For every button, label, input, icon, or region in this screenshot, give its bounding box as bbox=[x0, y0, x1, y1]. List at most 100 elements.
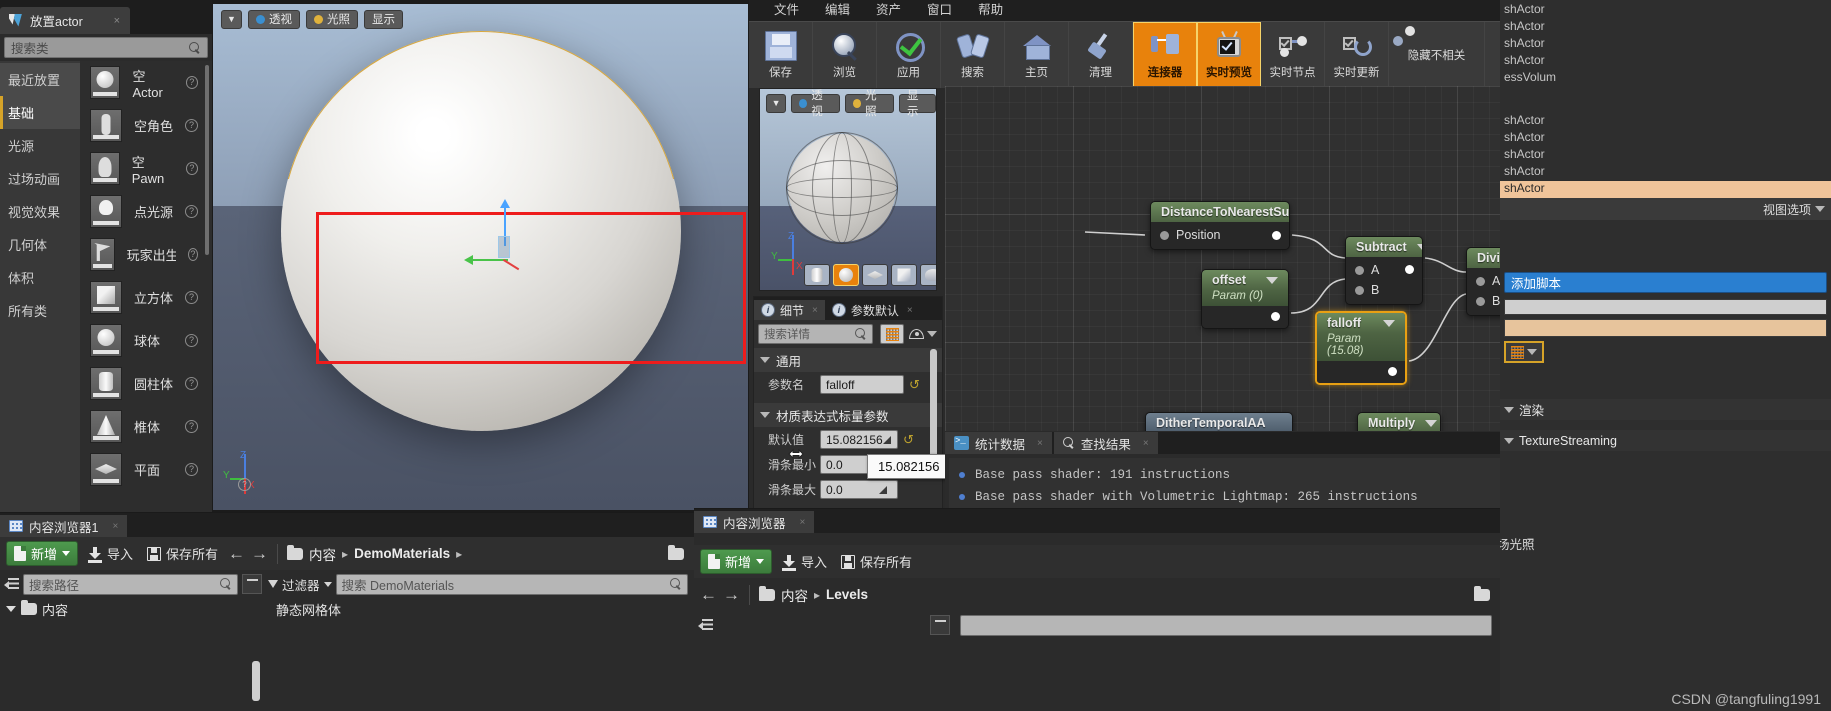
close-icon[interactable]: × bbox=[800, 517, 806, 528]
viewport-lighting-button[interactable]: 光照 bbox=[306, 9, 358, 29]
outliner-row[interactable]: shActor bbox=[1500, 164, 1831, 181]
list-item[interactable]: 玩家出生点 ? bbox=[80, 233, 212, 276]
close-icon[interactable]: × bbox=[114, 15, 120, 27]
level-viewport[interactable]: ▼ 透视 光照 显示 Z Y X ? bbox=[213, 4, 748, 510]
spinner-icon[interactable] bbox=[882, 435, 891, 444]
chevron-down-icon[interactable] bbox=[1383, 319, 1395, 327]
chevron-down-icon[interactable] bbox=[1425, 419, 1438, 427]
category-volumes[interactable]: 体积 bbox=[0, 261, 80, 294]
menu-edit[interactable]: 编辑 bbox=[812, 0, 863, 21]
input-pin[interactable] bbox=[1355, 285, 1364, 295]
preview-cylinder-button[interactable] bbox=[804, 264, 830, 286]
help-icon[interactable]: ? bbox=[187, 248, 198, 261]
transform-gizmo[interactable] bbox=[464, 199, 542, 280]
import-button[interactable]: 导入 bbox=[778, 552, 831, 571]
close-icon[interactable]: × bbox=[112, 521, 118, 532]
help-icon[interactable]: ? bbox=[185, 463, 198, 476]
menu-file[interactable]: 文件 bbox=[761, 0, 812, 21]
path-search-input[interactable]: 搜索路径 bbox=[23, 573, 238, 595]
toolbar-home-button[interactable]: 主页 bbox=[1005, 22, 1069, 88]
output-pin[interactable] bbox=[1272, 230, 1281, 240]
default-value-input[interactable]: 15.082156 bbox=[820, 430, 898, 449]
save-all-button[interactable]: 保存所有 bbox=[143, 544, 222, 563]
preview-plane-button[interactable] bbox=[862, 264, 888, 286]
path-view-toggle[interactable] bbox=[242, 574, 262, 594]
graph-node-subtract[interactable]: Subtract A B bbox=[1345, 236, 1423, 305]
close-icon[interactable]: × bbox=[1037, 438, 1043, 449]
close-icon[interactable]: × bbox=[1143, 438, 1149, 449]
menu-window[interactable]: 窗口 bbox=[914, 0, 965, 21]
breadcrumb-content[interactable]: 内容 bbox=[309, 544, 336, 564]
toolbar-hide-unrelated-button[interactable]: 隐藏不相关 bbox=[1389, 22, 1485, 88]
category-visual-effects[interactable]: 视觉效果 bbox=[0, 195, 80, 228]
list-item[interactable]: 椎体 ? bbox=[80, 405, 212, 448]
tab-details[interactable]: i 细节 × bbox=[754, 300, 825, 320]
list-item[interactable]: 空Pawn ? bbox=[80, 147, 212, 190]
parameter-name-input[interactable]: falloff bbox=[820, 375, 904, 394]
preview-lighting-button[interactable]: 光照 bbox=[845, 90, 894, 118]
path-view-toggle[interactable] bbox=[930, 615, 950, 635]
menu-asset[interactable]: 资产 bbox=[863, 0, 914, 21]
add-script-button[interactable]: 添加脚本 bbox=[1504, 272, 1827, 293]
node-pin-row[interactable]: A bbox=[1346, 260, 1422, 280]
preview-cube-button[interactable] bbox=[891, 264, 917, 286]
color-swatch-tan[interactable] bbox=[1504, 319, 1827, 337]
tab-find-results[interactable]: 查找结果 × bbox=[1053, 432, 1158, 454]
toolbar-browse-button[interactable]: 浏览 bbox=[813, 22, 877, 88]
lock-folder-icon[interactable] bbox=[668, 544, 684, 560]
grid-view-button[interactable] bbox=[1504, 341, 1544, 363]
outliner-row[interactable]: shActor bbox=[1500, 36, 1831, 53]
details-grid-toggle[interactable] bbox=[880, 324, 904, 344]
list-item[interactable]: 平面 ? bbox=[80, 448, 212, 491]
help-icon[interactable]: ? bbox=[185, 291, 199, 304]
section-texture-streaming[interactable]: TextureStreaming bbox=[1500, 430, 1831, 451]
graph-node-dither-temporal-aa[interactable]: DitherTemporalAA bbox=[1145, 412, 1293, 431]
category-lights[interactable]: 光源 bbox=[0, 129, 80, 162]
preview-show-button[interactable]: 显示 bbox=[898, 90, 936, 118]
chevron-down-icon[interactable] bbox=[1266, 276, 1278, 284]
save-all-button[interactable]: 保存所有 bbox=[837, 552, 916, 571]
toolbar-cleanup-button[interactable]: 清理 bbox=[1069, 22, 1133, 88]
asset-search-input[interactable]: 搜索 DemoMaterials bbox=[335, 573, 688, 595]
cb2-asset-search-input[interactable] bbox=[960, 614, 1492, 636]
preview-options-button[interactable]: ▼ bbox=[766, 93, 787, 113]
help-icon[interactable]: ? bbox=[185, 420, 198, 433]
toolbar-live-update-button[interactable]: 实时更新 bbox=[1325, 22, 1389, 88]
tab-place-actors[interactable]: 放置actor × bbox=[0, 7, 130, 34]
reset-icon[interactable]: ↺ bbox=[903, 432, 914, 448]
category-basic[interactable]: 基础 bbox=[0, 96, 80, 129]
outliner-row[interactable]: shActor bbox=[1500, 130, 1831, 147]
tab-content-browser-2[interactable]: 内容浏览器 × bbox=[694, 511, 815, 533]
help-icon[interactable]: ? bbox=[185, 119, 199, 132]
sources-panel-icon[interactable] bbox=[698, 618, 713, 632]
back-icon[interactable]: ← bbox=[700, 586, 717, 603]
graph-node-multiply[interactable]: Multiply bbox=[1357, 412, 1441, 431]
input-pin[interactable] bbox=[1160, 230, 1169, 240]
preview-perspective-button[interactable]: 透视 bbox=[791, 90, 840, 118]
back-icon[interactable]: ← bbox=[228, 545, 245, 562]
eye-icon[interactable] bbox=[909, 329, 924, 339]
input-pin[interactable] bbox=[1355, 265, 1364, 275]
category-all-classes[interactable]: 所有类 bbox=[0, 294, 80, 327]
outliner-row[interactable]: shActor bbox=[1500, 147, 1831, 164]
node-pin-row[interactable]: B bbox=[1346, 280, 1422, 300]
chevron-down-icon[interactable] bbox=[1416, 243, 1422, 251]
list-item[interactable]: 空Actor ? bbox=[80, 61, 212, 104]
help-icon[interactable]: ? bbox=[185, 205, 199, 218]
place-search-input[interactable]: 搜索类 bbox=[4, 37, 208, 58]
chevron-down-icon[interactable] bbox=[927, 331, 937, 337]
input-pin[interactable] bbox=[1476, 296, 1485, 306]
preview-sphere-button[interactable] bbox=[833, 264, 859, 286]
list-item[interactable]: 点光源 ? bbox=[80, 190, 212, 233]
section-general[interactable]: 通用 bbox=[754, 348, 942, 372]
output-pin[interactable] bbox=[1405, 265, 1414, 274]
help-icon[interactable]: ? bbox=[185, 76, 198, 89]
list-item[interactable]: 立方体 ? bbox=[80, 276, 212, 319]
section-scalar-parameter[interactable]: 材质表达式标量参数 bbox=[754, 403, 942, 427]
spinner-icon[interactable] bbox=[879, 485, 887, 494]
graph-node-distance-to-nearest-surface[interactable]: DistanceToNearestSurface Position bbox=[1150, 201, 1290, 250]
slider-max-input[interactable]: 0.0 bbox=[820, 480, 898, 499]
outliner-row[interactable]: essVolum bbox=[1500, 70, 1831, 87]
toolbar-live-nodes-button[interactable]: 实时节点 bbox=[1261, 22, 1325, 88]
filter-button[interactable]: 过滤器 bbox=[262, 575, 332, 594]
